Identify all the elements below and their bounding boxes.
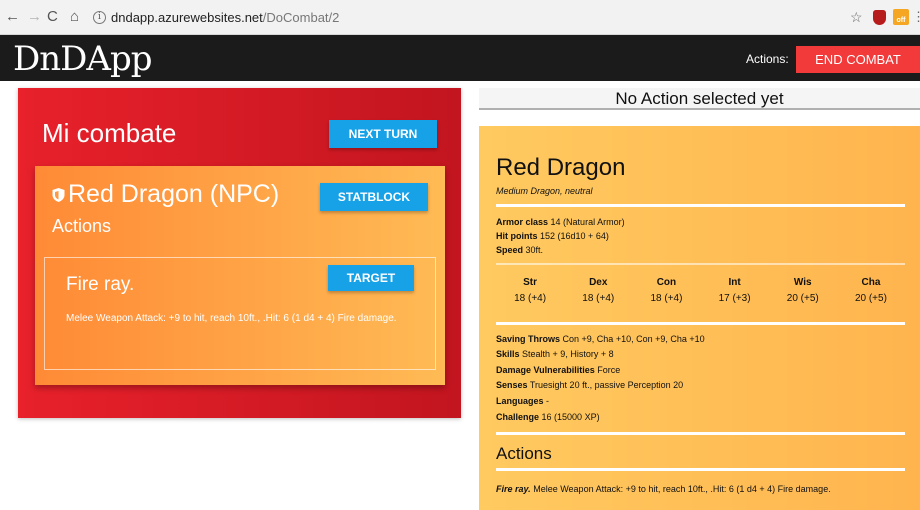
url-path: /DoCombat/2 xyxy=(262,9,340,25)
statblock-name: Red Dragon xyxy=(496,154,626,181)
ability-name: Con xyxy=(656,277,677,288)
skills: Skills Stealth + 9, History + 8 xyxy=(496,347,614,361)
ability-wis: Wis 20 (+5) xyxy=(769,276,837,306)
ability-cha: Cha 20 (+5) xyxy=(837,276,905,306)
ability-name: Int xyxy=(728,277,741,288)
extension-off-icon[interactable]: off xyxy=(893,9,909,25)
statblock-button[interactable]: STATBLOCK xyxy=(320,183,428,211)
senses: Senses Truesight 20 ft., passive Percept… xyxy=(496,378,683,392)
divider xyxy=(496,204,905,207)
ability-value: 20 (+5) xyxy=(854,293,887,304)
creature-actions-title: Actions xyxy=(52,216,112,236)
creature-name: Red Dragon (NPC) xyxy=(52,180,279,209)
bookmark-star-icon[interactable]: ☆ xyxy=(850,9,863,25)
statblock-action: Fire ray. Melee Weapon Attack: +9 to hit… xyxy=(496,484,831,494)
saving-throws-value: Con +9, Cha +10, Con +9, Cha +10 xyxy=(562,334,705,344)
next-turn-button[interactable]: NEXT TURN xyxy=(329,120,437,148)
divider xyxy=(496,263,905,265)
target-button[interactable]: TARGET xyxy=(328,265,414,291)
back-arrow-icon[interactable]: ← xyxy=(5,9,20,25)
info-icon[interactable]: i xyxy=(93,10,106,24)
statblock-actions-title: Actions xyxy=(496,444,552,463)
divider xyxy=(496,468,905,471)
armor-class: Armor class 14 (Natural Armor) xyxy=(496,215,625,229)
combat-title: Mi combate xyxy=(42,118,177,148)
challenge-label: Challenge xyxy=(496,412,540,422)
skills-label: Skills xyxy=(496,349,520,359)
languages-label: Languages xyxy=(496,396,544,406)
statblock-action-name: Fire ray. xyxy=(496,484,531,494)
url-host: dndapp.azurewebsites.net xyxy=(111,9,263,25)
ability-name: Wis xyxy=(793,277,812,288)
ability-value: 17 (+3) xyxy=(718,293,751,304)
saving-throws-label: Saving Throws xyxy=(496,334,561,344)
action-description: Melee Weapon Attack: +9 to hit, reach 10… xyxy=(66,313,397,324)
ability-scores: Str 18 (+4) Dex 18 (+4) Con 18 (+4) Int … xyxy=(496,276,905,306)
shield-icon xyxy=(52,187,65,202)
damage-vulnerabilities: Damage Vulnerabilities Force xyxy=(496,363,620,377)
languages: Languages - xyxy=(496,394,549,408)
home-icon[interactable]: ⌂ xyxy=(70,9,79,25)
divider xyxy=(496,322,905,325)
creature-card: Red Dragon (NPC) STATBLOCK Actions Fire … xyxy=(35,166,445,385)
ability-name: Str xyxy=(523,277,538,288)
ability-con: Con 18 (+4) xyxy=(632,276,700,306)
ability-value: 20 (+5) xyxy=(786,293,819,304)
statblock-action-text: Melee Weapon Attack: +9 to hit, reach 10… xyxy=(533,484,831,494)
ublock-extension-icon[interactable] xyxy=(873,10,886,25)
browser-menu-icon[interactable]: ⋮ xyxy=(912,9,920,25)
speed-value: 30ft. xyxy=(525,245,544,255)
action-status: No Action selected yet xyxy=(479,88,920,110)
app-logo[interactable]: DnDApp xyxy=(13,39,152,79)
divider xyxy=(496,432,905,435)
senses-value: Truesight 20 ft., passive Perception 20 xyxy=(529,380,684,390)
ability-str: Str 18 (+4) xyxy=(496,276,564,306)
armor-class-label: Armor class xyxy=(496,217,549,227)
end-combat-button[interactable]: END COMBAT xyxy=(796,46,920,73)
reload-icon[interactable]: C xyxy=(47,9,58,25)
app-header: DnDApp Actions: END COMBAT xyxy=(0,35,920,81)
armor-class-value: 14 (Natural Armor) xyxy=(550,217,625,227)
forward-arrow-icon[interactable]: → xyxy=(27,9,42,25)
speed: Speed 30ft. xyxy=(496,243,543,257)
action-name: Fire ray. xyxy=(66,274,135,295)
ability-int: Int 17 (+3) xyxy=(701,276,769,306)
ability-value: 18 (+4) xyxy=(514,293,547,304)
ability-dex: Dex 18 (+4) xyxy=(564,276,632,306)
ability-value: 18 (+4) xyxy=(582,293,615,304)
address-bar[interactable]: i dndapp.azurewebsites.net/DoCombat/2 xyxy=(93,7,873,27)
combat-panel: Mi combate NEXT TURN Red Dragon (NPC) ST… xyxy=(18,88,461,418)
hit-points-value: 152 (16d10 + 64) xyxy=(540,231,609,241)
damage-vulnerabilities-value: Force xyxy=(597,365,621,375)
speed-label: Speed xyxy=(496,245,524,255)
ability-name: Dex xyxy=(589,277,608,288)
hit-points-label: Hit points xyxy=(496,231,538,241)
skills-value: Stealth + 9, History + 8 xyxy=(522,349,614,359)
actions-label: Actions: xyxy=(746,52,789,66)
challenge: Challenge 16 (15000 XP) xyxy=(496,410,600,424)
ability-name: Cha xyxy=(861,277,881,288)
statblock-type: Medium Dragon, neutral xyxy=(496,186,593,196)
senses-label: Senses xyxy=(496,380,528,390)
action-item: Fire ray. TARGET Melee Weapon Attack: +9… xyxy=(44,257,436,370)
damage-vulnerabilities-label: Damage Vulnerabilities xyxy=(496,365,595,375)
browser-toolbar: ← → C ⌂ i dndapp.azurewebsites.net/DoCom… xyxy=(0,0,920,35)
challenge-value: 16 (15000 XP) xyxy=(541,412,600,422)
languages-value: - xyxy=(546,396,550,406)
saving-throws: Saving Throws Con +9, Cha +10, Con +9, C… xyxy=(496,332,705,346)
statblock-panel: Red Dragon Medium Dragon, neutral Armor … xyxy=(479,126,920,510)
ability-value: 18 (+4) xyxy=(650,293,683,304)
hit-points: Hit points 152 (16d10 + 64) xyxy=(496,229,609,243)
creature-name-text: Red Dragon (NPC) xyxy=(68,180,280,208)
